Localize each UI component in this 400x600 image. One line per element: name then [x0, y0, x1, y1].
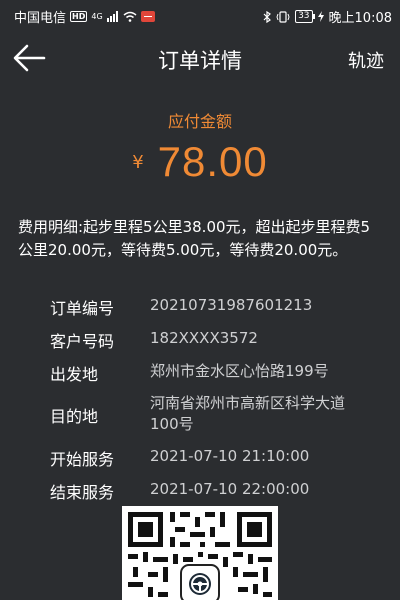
destination-value: 河南省郑州市高新区科学大道100号 — [150, 394, 346, 433]
hd-badge: HD — [70, 11, 88, 22]
currency-symbol: ¥ — [132, 151, 144, 173]
page-title: 订单详情 — [158, 49, 242, 73]
payable-amount: ¥78.00 — [0, 138, 400, 186]
departure-value: 郑州市金水区心怡路199号 — [150, 362, 329, 380]
charging-icon — [317, 11, 324, 22]
order-detail-page: 中国电信 HD 4G 33 晚上10:08 订单详情 轨迹 应付金额 ¥ 78.… — [0, 0, 400, 600]
fee-detail: 费用明细:起步里程5公里38.00元，超出起步里程费5公里20.00元，等待费5… — [18, 218, 371, 259]
steering-wheel-glyph — [189, 573, 211, 595]
signal-icon — [106, 11, 118, 22]
battery-indicator: 33 — [295, 10, 316, 23]
status-right: 33 晚上10:08 — [263, 7, 392, 26]
destination-label: 目的地 — [50, 407, 99, 426]
qr-code — [122, 506, 278, 600]
departure-label: 出发地 — [50, 365, 99, 384]
payable-amount-label: 应付金额 — [167, 112, 232, 131]
vibrate-icon — [276, 10, 290, 23]
service-start-label: 开始服务 — [50, 450, 115, 469]
service-start-value: 2021-07-10 21:10:00 — [150, 447, 310, 465]
network-type: 4G — [91, 12, 103, 21]
amount-value: 78.00 — [157, 138, 268, 185]
status-bar: 中国电信 HD 4G 33 晚上10:08 — [0, 0, 400, 30]
header: 订单详情 轨迹 — [0, 34, 400, 84]
service-end-label: 结束服务 — [50, 483, 115, 502]
order-number-label: 订单编号 — [50, 299, 115, 318]
carrier-name: 中国电信 — [14, 11, 67, 26]
bluetooth-icon — [263, 10, 272, 23]
status-left: 中国电信 HD 4G — [14, 7, 155, 26]
notification-icon — [140, 11, 155, 22]
service-end-value: 2021-07-10 22:00:00 — [150, 480, 310, 498]
track-button[interactable]: 轨迹 — [348, 47, 384, 73]
customer-phone-label: 客户号码 — [50, 332, 115, 351]
status-time: 晚上10:08 — [328, 11, 392, 26]
wifi-icon — [123, 11, 137, 22]
steering-wheel-icon — [180, 564, 220, 600]
order-number-value: 20210731987601213 — [150, 296, 313, 314]
customer-phone-value: 182XXXX3572 — [150, 329, 258, 347]
